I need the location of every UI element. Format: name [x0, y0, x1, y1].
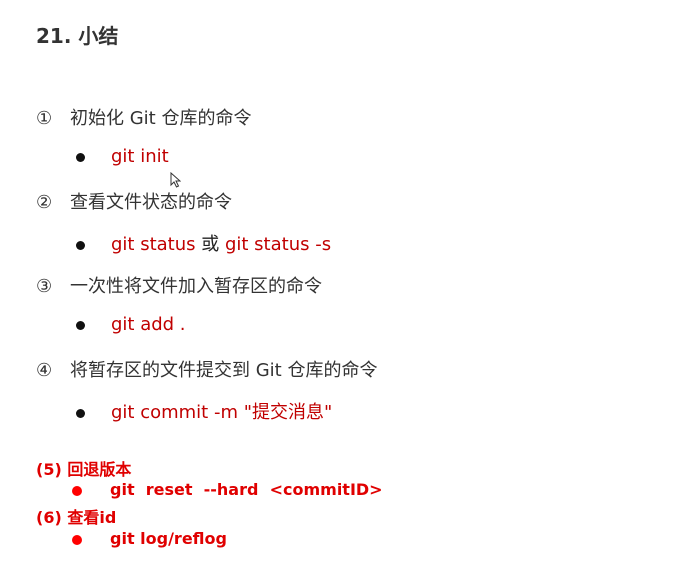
command-text: git add . [111, 314, 186, 335]
page-title: 21. 小结 [36, 24, 119, 48]
bullet-icon [76, 240, 85, 250]
extra-command-item: git reset --hard <commitID> [72, 480, 383, 499]
extra-command-text: git reset --hard <commitID> [110, 480, 383, 499]
step-label: 查看文件状态的命令 [70, 192, 232, 213]
red-bullet-icon [72, 485, 82, 496]
command-text: git init [111, 146, 169, 167]
mouse-cursor-icon [170, 171, 182, 192]
bullet-icon [76, 320, 85, 330]
separator-text: 或 [195, 234, 225, 255]
step-label: 一次性将文件加入暂存区的命令 [70, 276, 322, 297]
step-1: ① 初始化 Git 仓库的命令 [36, 104, 251, 130]
step-3: ③ 一次性将文件加入暂存区的命令 [36, 272, 322, 298]
bullet-icon [76, 152, 85, 162]
command-item: git status 或 git status -s [76, 230, 331, 256]
command-text: git status [111, 234, 196, 255]
step-number: ④ [36, 360, 53, 381]
extra-label: (6) 查看id [36, 508, 117, 527]
step-4: ④ 将暂存区的文件提交到 Git 仓库的命令 [36, 356, 377, 382]
extra-command-item: git log/reflog [72, 529, 227, 548]
step-number: ① [36, 108, 53, 129]
command-item: git init [76, 146, 169, 167]
command-item: git add . [76, 314, 186, 335]
command-item: git commit -m "提交消息" [76, 398, 332, 424]
command-text: git commit -m "提交消息" [111, 402, 333, 423]
red-bullet-icon [72, 534, 82, 545]
step-2: ② 查看文件状态的命令 [36, 188, 232, 214]
step-number: ③ [36, 276, 53, 297]
step-label: 初始化 Git 仓库的命令 [70, 108, 252, 129]
bullet-icon [76, 408, 85, 418]
command-text-alt: git status -s [224, 234, 332, 255]
step-label: 将暂存区的文件提交到 Git 仓库的命令 [70, 360, 378, 381]
step-number: ② [36, 192, 53, 213]
extra-label: (5) 回退版本 [36, 460, 132, 479]
extra-command-text: git log/reflog [110, 529, 227, 548]
